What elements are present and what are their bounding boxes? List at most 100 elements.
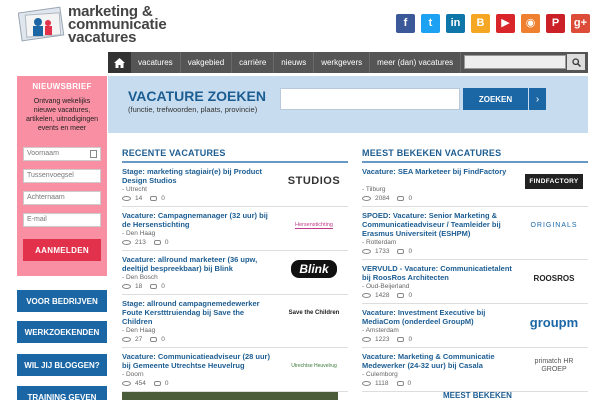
email-field[interactable]: E-mail (23, 213, 101, 227)
popular-jobs-column: MEEST BEKEKEN VACATURES Vacature: SEA Ma… (362, 148, 588, 392)
nav-search-input[interactable] (464, 55, 566, 69)
job-title-link[interactable]: SPOED: Vacature: Senior Marketing & Comm… (362, 211, 512, 238)
job-list-item[interactable]: VERVULD - Vacature: Communicatietalent b… (362, 260, 588, 304)
nav-item-vacatures[interactable]: vacatures (131, 52, 181, 73)
job-seekers-button[interactable]: WERKZOEKENDEN (17, 321, 107, 343)
view-count: 213 (135, 239, 146, 246)
search-subtitle: (functie, trefwoorden, plaats, provincie… (128, 105, 258, 114)
job-list-item[interactable]: Vacature: allround marketeer (36 upw, de… (122, 251, 348, 295)
blogging-button[interactable]: WIL JIJ BLOGGEN? (17, 354, 107, 376)
chevron-right-icon[interactable]: › (529, 88, 546, 110)
youtube-icon[interactable]: ▶ (496, 14, 515, 33)
job-title-link[interactable]: Vacature: allround marketeer (36 upw, de… (122, 255, 272, 273)
for-companies-button[interactable]: VOOR BEDRIJVEN (17, 290, 107, 312)
site-logo-icon[interactable] (17, 4, 68, 44)
facebook-icon[interactable]: f (396, 14, 415, 33)
last-name-field[interactable]: Achternaam (23, 191, 101, 205)
newsletter-box: NIEUWSBRIEF Ontvang wekelijks nieuwe vac… (17, 76, 107, 276)
job-list-item[interactable]: Stage: allround campagnemedewerker Foute… (122, 295, 348, 348)
job-list-item[interactable]: Stage: marketing stagiair(e) bij Product… (122, 163, 348, 207)
job-list-item[interactable]: Vacature: Marketing & Communicatie Medew… (362, 348, 588, 392)
job-title-link[interactable]: Stage: allround campagnemedewerker Foute… (122, 299, 272, 326)
job-search-input[interactable] (280, 88, 460, 110)
company-logo[interactable]: Save the Children (284, 301, 344, 325)
job-title-link[interactable]: Vacature: SEA Marketeer bij FindFactory (362, 167, 512, 176)
nav-item-nieuws[interactable]: nieuws (274, 52, 315, 73)
pinterest-icon[interactable]: P (546, 14, 565, 33)
job-stats: 1428 0 (362, 292, 412, 299)
company-logo[interactable]: FINDFACTORY (524, 169, 584, 193)
nav-item-meer[interactable]: meer (dan) vacatures (370, 52, 462, 73)
company-logo[interactable]: Blink (284, 257, 344, 281)
rss-icon[interactable]: ◉ (521, 14, 540, 33)
company-logo[interactable]: Utrechtse Heuvelrug (284, 354, 344, 378)
linkedin-icon[interactable]: in (446, 14, 465, 33)
job-list-item[interactable]: SPOED: Vacature: Senior Marketing & Comm… (362, 207, 588, 260)
job-title-link[interactable]: Vacature: Investment Executive bij Media… (362, 308, 512, 326)
job-stats: 1223 0 (362, 336, 412, 343)
job-title-link[interactable]: Vacature: Communicatieadviseur (28 uur) … (122, 352, 272, 370)
nav-item-carriere[interactable]: carrière (232, 52, 275, 73)
email-placeholder: E-mail (27, 216, 47, 223)
popular-jobs-list: Vacature: SEA Marketeer bij FindFactory -… (362, 163, 588, 392)
site-logo-text[interactable]: marketing & communicatie vacatures (68, 4, 167, 45)
training-button[interactable]: TRAINING GEVEN (17, 386, 107, 400)
company-logo-text: Blink (291, 260, 337, 278)
subscribe-button[interactable]: AANMELDEN (23, 239, 101, 261)
company-logo-text: groupm (529, 314, 579, 330)
search-icon[interactable] (567, 54, 585, 70)
comment-icon (397, 293, 405, 298)
contact-card-icon (90, 150, 97, 158)
job-stats: 27 0 (122, 336, 165, 343)
job-title-link[interactable]: Stage: marketing stagiair(e) bij Product… (122, 167, 272, 185)
home-icon[interactable] (108, 52, 131, 73)
job-list-item[interactable]: Vacature: Communicatieadviseur (28 uur) … (122, 348, 348, 392)
company-logo-text: Utrechtse Heuvelrug (291, 363, 337, 369)
comment-icon (396, 381, 404, 386)
eye-icon (122, 284, 131, 289)
company-logo-text: primatch HR GROEP (534, 358, 574, 373)
job-list-item[interactable]: Vacature: Campagnemanager (32 uur) bij d… (122, 207, 348, 251)
middle-name-field[interactable]: Tussenvoegsel (23, 169, 101, 183)
middle-name-placeholder: Tussenvoegsel (27, 172, 74, 179)
company-logo-text: ORIGINALS (530, 221, 578, 229)
job-stats: 1118 0 (362, 380, 411, 387)
comment-count: 0 (408, 336, 413, 343)
comment-count: 0 (164, 380, 169, 387)
first-name-field[interactable]: Voornaam (23, 147, 101, 161)
eye-icon (362, 381, 371, 386)
company-logo-text: Hersenstichting (295, 221, 333, 229)
company-logo[interactable]: ROOSROS (524, 266, 584, 290)
job-search-banner: VACATURE ZOEKEN (functie, trefwoorden, p… (108, 76, 588, 133)
search-title: VACATURE ZOEKEN (128, 88, 266, 104)
company-logo[interactable]: STUDIOS (284, 169, 344, 193)
job-location: - Culemborg (362, 371, 398, 378)
view-count: 454 (135, 380, 146, 387)
view-count: 27 (135, 336, 143, 343)
job-list-item[interactable]: Vacature: Investment Executive bij Media… (362, 304, 588, 348)
social-links: f t in B ▶ ◉ Pg+ (396, 14, 590, 33)
job-stats: 213 0 (122, 239, 168, 246)
company-logo-text: Save the Children (288, 310, 340, 316)
job-list-item[interactable]: Vacature: SEA Marketeer bij FindFactory -… (362, 163, 588, 207)
eye-icon (122, 381, 131, 386)
company-logo[interactable]: primatch HR GROEP (524, 354, 584, 378)
nav-item-werkgevers[interactable]: werkgevers (314, 52, 371, 73)
job-title-link[interactable]: Vacature: Campagnemanager (32 uur) bij d… (122, 211, 272, 229)
view-count: 14 (135, 195, 143, 202)
job-location: - Oud-Beijerland (362, 283, 410, 290)
company-logo-text: STUDIOS (287, 175, 341, 187)
comment-count: 0 (164, 239, 169, 246)
comment-icon (150, 284, 158, 289)
search-button[interactable]: ZOEKEN (463, 88, 528, 110)
company-logo[interactable]: groupm (524, 310, 584, 334)
googleplus-icon[interactable]: g+ (571, 14, 590, 33)
job-title-link[interactable]: VERVULD - Vacature: Communicatietalent b… (362, 264, 512, 282)
twitter-icon[interactable]: t (421, 14, 440, 33)
blogger-icon[interactable]: B (471, 14, 490, 33)
company-logo[interactable]: ORIGINALS (524, 213, 584, 237)
recent-jobs-column: RECENTE VACATURES Stage: marketing stagi… (122, 148, 348, 392)
job-title-link[interactable]: Vacature: Marketing & Communicatie Medew… (362, 352, 512, 370)
company-logo[interactable]: Hersenstichting (284, 213, 344, 237)
nav-item-vakgebied[interactable]: vakgebied (181, 52, 233, 73)
